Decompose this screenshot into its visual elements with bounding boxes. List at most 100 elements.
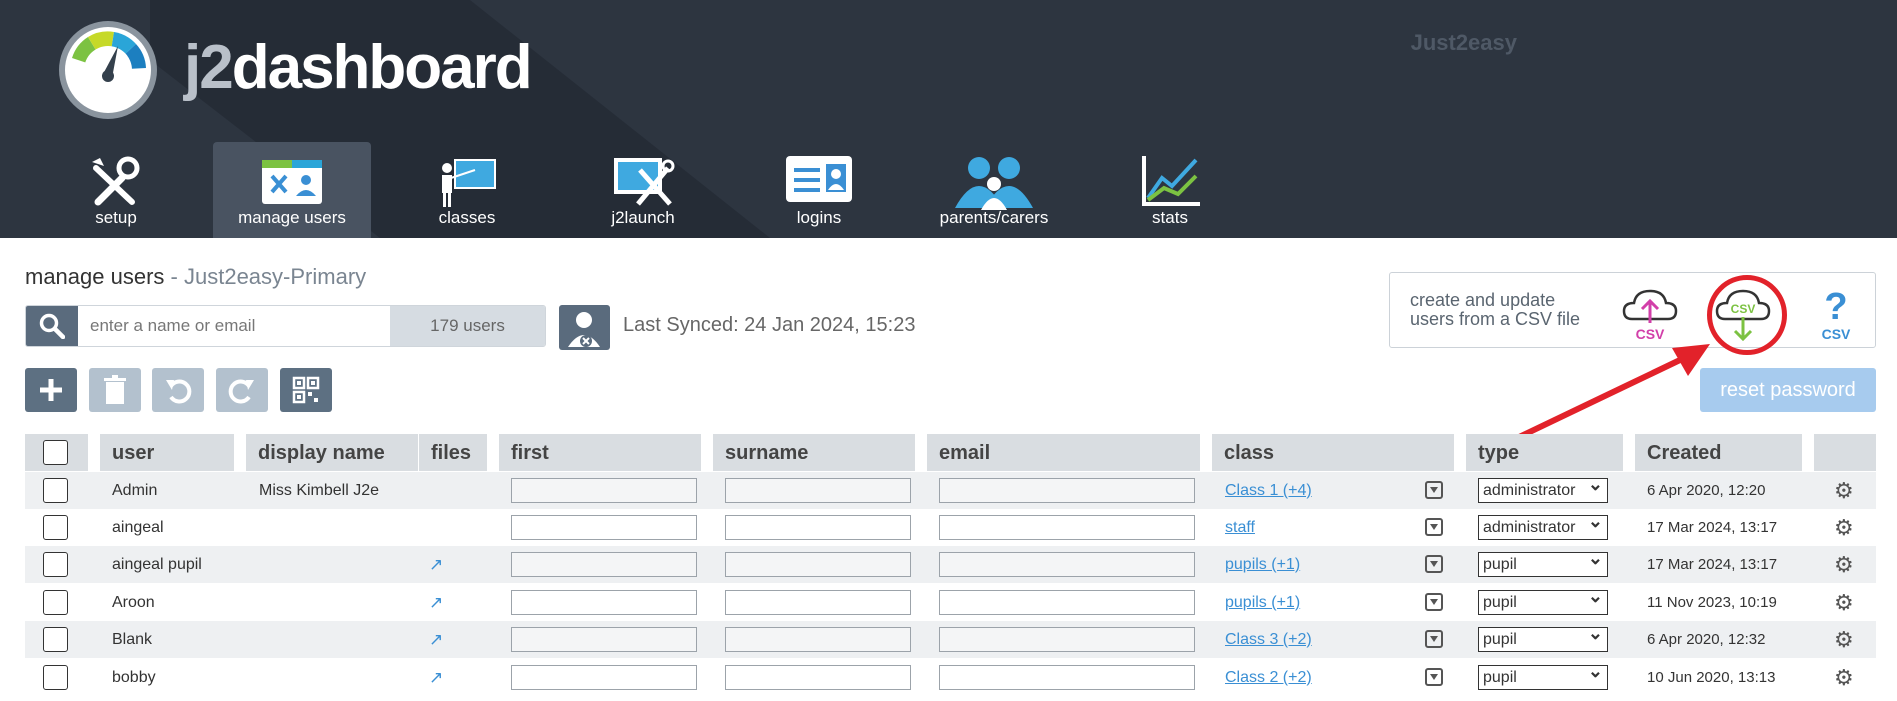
gear-icon[interactable]: ⚙ (1834, 621, 1854, 658)
header-user[interactable]: user (100, 434, 234, 471)
nav-classes[interactable]: classes (388, 142, 546, 238)
email-input[interactable] (939, 627, 1195, 652)
type-value: pupil (1483, 631, 1517, 648)
nav-setup[interactable]: setup (37, 142, 195, 238)
user-name: aingeal pupil (112, 556, 202, 573)
email-input[interactable] (939, 552, 1195, 577)
first-name-input[interactable] (511, 665, 697, 690)
row-checkbox[interactable] (43, 665, 68, 690)
surname-input[interactable] (725, 478, 911, 503)
row-checkbox[interactable] (43, 478, 68, 503)
surname-input[interactable] (725, 627, 911, 652)
surname-input[interactable] (725, 665, 911, 690)
external-link-icon[interactable]: ↗ (429, 584, 443, 621)
created-date: 10 Jun 2020, 13:13 (1647, 669, 1776, 686)
class-dropdown-icon[interactable] (1425, 481, 1443, 499)
gear-icon[interactable]: ⚙ (1834, 509, 1854, 546)
first-name-input[interactable] (511, 627, 697, 652)
email-input[interactable] (939, 590, 1195, 615)
search-button[interactable] (26, 306, 78, 346)
type-select[interactable]: pupil (1478, 660, 1608, 690)
type-select[interactable]: administrator (1478, 510, 1608, 540)
nav-j2launch[interactable]: j2launch (564, 142, 722, 238)
email-input[interactable] (939, 478, 1195, 503)
header-class[interactable]: class (1212, 434, 1454, 471)
email-input[interactable] (939, 665, 1195, 690)
first-name-input[interactable] (511, 552, 697, 577)
last-synced: Last Synced: 24 Jan 2024, 15:23 (623, 314, 916, 336)
class-link[interactable]: pupils (+1) (1225, 594, 1300, 611)
table-row: aingeal pupil ↗ pupils (+1) pupil 17 Mar 202… (25, 546, 1876, 583)
surname-input[interactable] (725, 552, 911, 577)
trash-icon (104, 375, 126, 404)
select-all-checkbox[interactable] (43, 440, 68, 465)
surname-input[interactable] (725, 515, 911, 540)
speedometer-logo-icon (59, 21, 157, 119)
created-date: 6 Apr 2020, 12:20 (1647, 482, 1766, 499)
j2launch-icon (614, 158, 675, 206)
type-select[interactable]: pupil (1478, 585, 1608, 615)
class-link[interactable]: pupils (+1) (1225, 556, 1300, 573)
csv-upload-icon[interactable]: CSV (1622, 285, 1678, 343)
external-link-icon[interactable]: ↗ (429, 546, 443, 583)
table-row: Blank ↗ Class 3 (+2) pupil 6 Apr 2020, 12:32… (25, 621, 1876, 658)
first-name-input[interactable] (511, 478, 697, 503)
add-user-button[interactable] (25, 368, 77, 412)
class-dropdown-icon[interactable] (1425, 518, 1443, 536)
header-type[interactable]: type (1466, 434, 1623, 471)
nav-label: stats (1152, 208, 1188, 227)
row-checkbox[interactable] (43, 552, 68, 577)
header-display-name[interactable]: display name (246, 434, 418, 471)
reset-password-button[interactable]: reset password (1700, 368, 1876, 412)
nav-label: manage users (238, 208, 346, 227)
header-created[interactable]: Created (1635, 434, 1802, 471)
class-dropdown-icon[interactable] (1425, 630, 1443, 648)
search-input[interactable] (78, 306, 390, 346)
class-dropdown-icon[interactable] (1425, 555, 1443, 573)
qr-code-button[interactable] (280, 368, 332, 412)
stats-icon (1142, 156, 1200, 206)
external-link-icon[interactable]: ↗ (429, 621, 443, 658)
first-name-input[interactable] (511, 515, 697, 540)
nav-manage-users[interactable]: manage users (213, 142, 371, 238)
external-link-icon[interactable]: ↗ (429, 659, 443, 696)
gear-icon[interactable]: ⚙ (1834, 659, 1854, 696)
tools-icon (92, 156, 140, 206)
user-name: aingeal (112, 519, 164, 536)
delete-button[interactable] (89, 368, 141, 412)
manage-users-icon (262, 160, 322, 204)
header-first[interactable]: first (499, 434, 701, 471)
highlight-circle (1707, 275, 1787, 355)
user-name: Blank (112, 631, 153, 648)
nav-stats[interactable]: stats (1091, 142, 1249, 238)
class-link[interactable]: Class 1 (+4) (1225, 482, 1312, 499)
gear-icon[interactable]: ⚙ (1834, 546, 1854, 583)
type-select[interactable]: pupil (1478, 622, 1608, 652)
first-name-input[interactable] (511, 590, 697, 615)
type-value: pupil (1483, 594, 1517, 611)
type-select[interactable]: pupil (1478, 547, 1608, 577)
surname-input[interactable] (725, 590, 911, 615)
undo-button[interactable] (152, 368, 204, 412)
gear-icon[interactable]: ⚙ (1834, 472, 1854, 509)
table-row: Admin Miss Kimbell J2e Class 1 (+4) adminis… (25, 472, 1876, 509)
nav-parents-carers[interactable]: parents/carers (915, 142, 1073, 238)
class-dropdown-icon[interactable] (1425, 668, 1443, 686)
csv-help-icon[interactable]: ? CSV (1808, 285, 1864, 343)
nav-logins[interactable]: logins (740, 142, 898, 238)
row-checkbox[interactable] (43, 627, 68, 652)
type-select[interactable]: administrator (1478, 473, 1608, 503)
class-link[interactable]: staff (1225, 519, 1255, 536)
header-email[interactable]: email (927, 434, 1200, 471)
row-checkbox[interactable] (43, 590, 68, 615)
row-checkbox[interactable] (43, 515, 68, 540)
user-sync-icon (568, 312, 600, 347)
redo-button[interactable] (216, 368, 268, 412)
class-link[interactable]: Class 3 (+2) (1225, 631, 1312, 648)
email-input[interactable] (939, 515, 1195, 540)
gear-icon[interactable]: ⚙ (1834, 584, 1854, 621)
header-surname[interactable]: surname (713, 434, 915, 471)
sync-user-button[interactable] (559, 305, 610, 350)
class-dropdown-icon[interactable] (1425, 593, 1443, 611)
class-link[interactable]: Class 2 (+2) (1225, 669, 1312, 686)
